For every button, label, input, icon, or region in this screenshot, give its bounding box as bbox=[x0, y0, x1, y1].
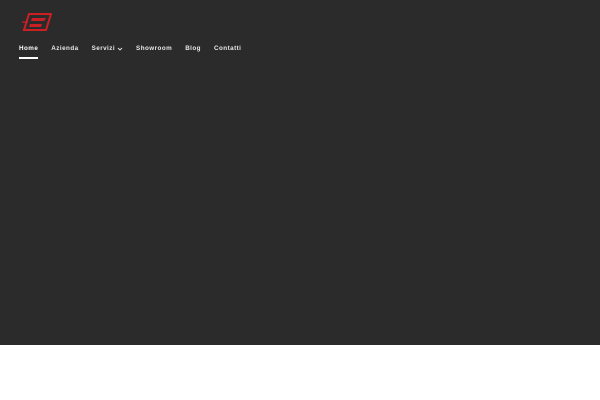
nav-item-azienda[interactable]: Azienda bbox=[51, 44, 78, 54]
chevron-down-icon bbox=[117, 47, 123, 51]
nav-item-label: Blog bbox=[185, 45, 201, 52]
nav-item-home[interactable]: Home bbox=[19, 44, 39, 59]
nav-item-blog[interactable]: Blog bbox=[185, 44, 201, 54]
nav-item-label: Azienda bbox=[51, 45, 79, 52]
hero-section: Home Azienda Servizi Showroom Blog Conta… bbox=[0, 0, 600, 345]
brand-logo-icon[interactable] bbox=[22, 13, 52, 31]
nav-item-label: Servizi bbox=[91, 45, 116, 52]
nav-item-contatti[interactable]: Contatti bbox=[214, 44, 241, 54]
nav-item-label: Home bbox=[19, 45, 39, 52]
content-section bbox=[0, 345, 600, 400]
nav-item-label: Contatti bbox=[213, 45, 242, 52]
nav-item-servizi[interactable]: Servizi bbox=[92, 44, 123, 54]
main-nav: Home Azienda Servizi Showroom Blog Conta… bbox=[19, 44, 254, 62]
nav-item-showroom[interactable]: Showroom bbox=[136, 44, 172, 54]
nav-item-label: Showroom bbox=[136, 45, 173, 52]
